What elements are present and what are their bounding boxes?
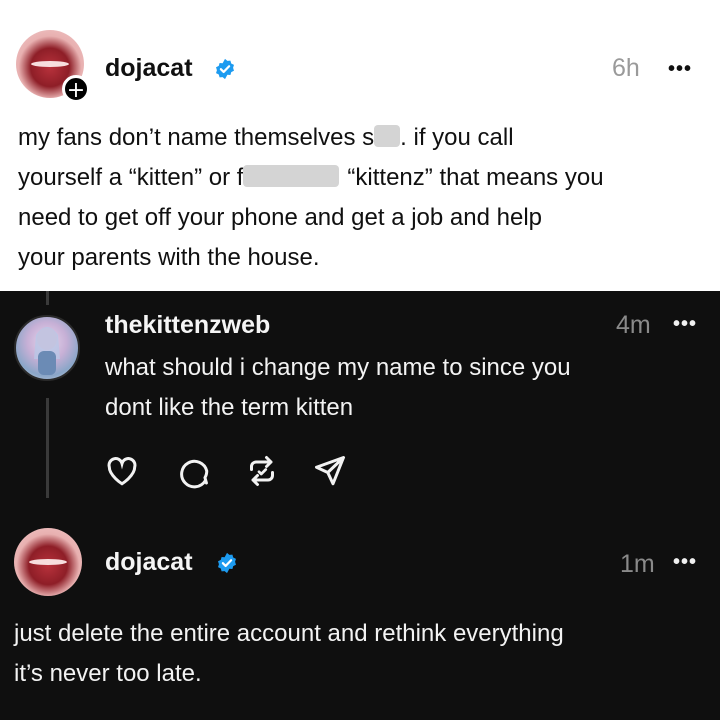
verified-badge-icon <box>218 552 236 574</box>
reply-text: what should i change my name to since yo… <box>105 348 571 428</box>
answer-text-line: it’s never too late. <box>14 660 202 687</box>
reply-text-line: dont like the term kitten <box>105 394 354 421</box>
post-text: my fans don’t name themselves s . if you … <box>18 118 604 278</box>
thread-connector-line <box>46 398 49 498</box>
reply-text-line: what should i change my name to since yo… <box>105 354 571 381</box>
verified-badge-icon <box>216 58 234 80</box>
post-text-line: “kittenz” that means you <box>347 164 604 191</box>
post-text-line: my fans don’t name themselves s <box>18 124 375 151</box>
answer-text-line: just delete the entire account and rethi… <box>14 620 564 647</box>
answer-text: just delete the entire account and rethi… <box>14 614 564 694</box>
reply-username[interactable]: thekittenzweb <box>105 311 270 340</box>
post-more-button[interactable]: ••• <box>668 58 692 81</box>
share-icon[interactable] <box>312 453 348 489</box>
answer-username[interactable]: dojacat <box>105 548 193 577</box>
thread-connector-line <box>46 291 49 305</box>
like-icon[interactable] <box>104 453 140 489</box>
post-username[interactable]: dojacat <box>105 54 193 83</box>
dojacat-avatar[interactable] <box>14 528 82 596</box>
repost-icon[interactable] <box>244 453 280 489</box>
redaction-blur <box>374 125 401 147</box>
post-text-line: yourself a “kitten” or f <box>18 164 244 191</box>
post-text-line: your parents with the house. <box>18 244 320 271</box>
reply-more-button[interactable]: ••• <box>673 313 697 336</box>
thekittenzweb-avatar[interactable] <box>14 315 80 381</box>
comment-icon[interactable] <box>176 453 212 489</box>
redaction-blur <box>243 165 340 187</box>
post-text-line: . if you call <box>400 124 514 151</box>
follow-plus-icon[interactable]: + <box>62 75 90 103</box>
post-text-line: need to get off your phone and get a job… <box>18 204 542 231</box>
original-post: + dojacat 6h ••• my fans don’t name them… <box>0 0 720 291</box>
post-timestamp: 6h <box>612 54 640 82</box>
answer-timestamp: 1m <box>620 550 655 578</box>
answer-more-button[interactable]: ••• <box>673 551 697 574</box>
avatar-figure-icon <box>34 327 60 375</box>
reply-timestamp: 4m <box>616 311 651 339</box>
